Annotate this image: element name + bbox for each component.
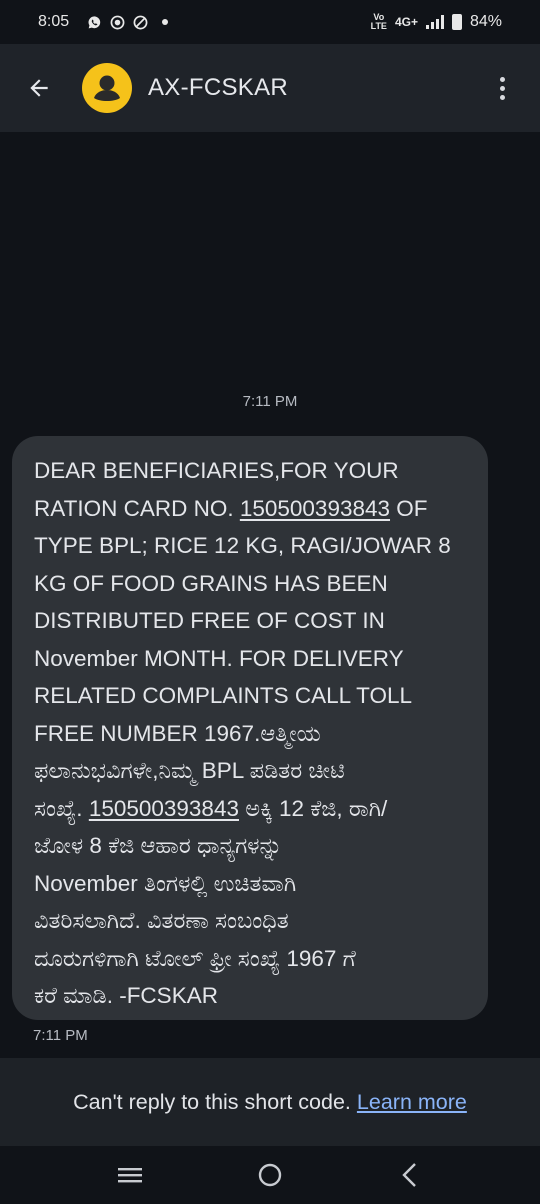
recents-icon [118, 1168, 142, 1183]
message-text: November ತಿಂಗಳಲ್ಲಿ ಉಚಿತವಾಗಿ [34, 870, 297, 896]
reply-notice: Can't reply to this short code. Learn mo… [0, 1058, 540, 1146]
recents-button[interactable] [106, 1151, 154, 1199]
message-bubble[interactable]: DEAR BENEFICIARIES,FOR YOUR RATION CARD N… [12, 436, 488, 1020]
message-line: ಫಲಾನುಭವಿಗಳೇ,ನಿಮ್ಮ BPL ಪಡಿತರ ಚೀಟಿ [34, 752, 468, 790]
message-text: ದೂರುಗಳಿಗಾಗಿ ಟೋಲ್ ಫ್ರೀ ಸಂಖ್ಯೆ 1967 ಗೆ [34, 945, 356, 971]
record-icon [110, 15, 125, 29]
message-line: DISTRIBUTED FREE OF COST IN [34, 602, 468, 640]
person-icon [94, 75, 120, 101]
message-text: November MONTH. FOR DELIVERY [34, 645, 404, 671]
message-line: FREE NUMBER 1967.ಆತ್ಮೀಯ [34, 715, 468, 753]
nav-back-button[interactable] [386, 1151, 434, 1199]
nav-back-icon [402, 1163, 416, 1187]
message-text: ಜೋಳ 8 ಕೆಜಿ ಆಹಾರ ಧಾನ್ಯಗಳನ್ನು [34, 833, 283, 858]
status-left: 8:05 [38, 13, 169, 31]
notification-dot-icon [162, 19, 169, 25]
more-options-button[interactable] [488, 74, 516, 102]
ration-card-number-link[interactable]: 150500393843 [89, 796, 239, 821]
message-line: DEAR BENEFICIARIES,FOR YOUR [34, 452, 468, 490]
message-line: November MONTH. FOR DELIVERY [34, 640, 468, 678]
message-line: ಸಂಖ್ಯೆ. 150500393843 ಅಕ್ಕಿ 12 ಕೆಜಿ, ರಾಗಿ… [34, 790, 468, 828]
whatsapp-icon [88, 15, 101, 28]
volte-icon: Vo LTE [370, 12, 387, 31]
system-nav-bar [0, 1146, 540, 1204]
message-text: OF [390, 495, 428, 521]
home-icon [258, 1163, 282, 1187]
learn-more-link[interactable]: Learn more [357, 1090, 467, 1115]
message-text: KG OF FOOD GRAINS HAS BEEN [34, 570, 388, 596]
back-arrow-icon [30, 79, 48, 97]
message-timestamp: 7:11 PM [33, 1027, 88, 1044]
status-time: 8:05 [38, 13, 70, 30]
message-text: ಅಕ್ಕಿ 12 ಕೆಜಿ, ರಾಗಿ/ [238, 795, 388, 821]
message-text: ವಿತರಿಸಲಾಗಿದೆ. ವಿತರಣಾ ಸಂಬಂಧಿತ [34, 908, 289, 933]
message-time-header: 7:11 PM [242, 393, 298, 410]
message-line: RATION CARD NO. 150500393843 OF [34, 490, 468, 528]
back-button[interactable] [22, 71, 56, 105]
more-vert-icon [499, 76, 505, 100]
message-line: TYPE BPL; RICE 12 KG, RAGI/JOWAR 8 [34, 527, 468, 565]
status-right: Vo LTE 4G+ 84% [371, 13, 502, 31]
battery-percent: 84% [469, 13, 502, 30]
message-line: ಜೋಳ 8 ಕೆಜಿ ಆಹಾರ ಧಾನ್ಯಗಳನ್ನು [34, 827, 468, 865]
message-text: ಫಲಾನುಭವಿಗಳೇ,ನಿಮ್ಮ BPL ಪಡಿತರ ಚೀಟಿ [34, 758, 345, 783]
message-text: DISTRIBUTED FREE OF COST IN [34, 608, 385, 633]
reply-notice-text: Can't reply to this short code. [73, 1089, 351, 1114]
battery-icon [451, 14, 462, 30]
message-line: ವಿತರಿಸಲಾಗಿದೆ. ವಿತರಣಾ ಸಂಬಂಧಿತ [34, 902, 468, 940]
network-type: 4G+ [394, 15, 418, 29]
message-text: RATION CARD NO. [34, 495, 240, 521]
blocked-icon [133, 15, 148, 29]
message-text: ಕರೆ ಮಾಡಿ. -FCSKAR [34, 983, 218, 1008]
signal-icon [425, 15, 444, 29]
message-text: ಸಂಖ್ಯೆ. [34, 795, 89, 821]
message-line: November ತಿಂಗಳಲ್ಲಿ ಉಚಿತವಾಗಿ [34, 865, 468, 903]
message-text: FREE NUMBER 1967.ಆತ್ಮೀಯ [34, 720, 321, 746]
message-line: KG OF FOOD GRAINS HAS BEEN [34, 565, 468, 603]
status-bar: 8:05 Vo LTE 4G+ 84% [0, 0, 540, 44]
message-line: ದೂರುಗಳಿಗಾಗಿ ಟೋಲ್ ಫ್ರೀ ಸಂಖ್ಯೆ 1967 ಗೆ [34, 940, 468, 978]
conversation-header: AX-FCSKAR [0, 44, 540, 132]
home-button[interactable] [246, 1151, 294, 1199]
message-text: TYPE BPL; RICE 12 KG, RAGI/JOWAR 8 [34, 533, 451, 558]
avatar[interactable] [82, 63, 132, 113]
message-line: RELATED COMPLAINTS CALL TOLL [34, 677, 468, 715]
message-line: ಕರೆ ಮಾಡಿ. -FCSKAR [34, 977, 468, 1015]
message-text: DEAR BENEFICIARIES,FOR YOUR [34, 458, 399, 483]
ration-card-number-link[interactable]: 150500393843 [240, 496, 390, 521]
message-text: RELATED COMPLAINTS CALL TOLL [34, 683, 413, 708]
contact-name: AX-FCSKAR [148, 74, 289, 101]
